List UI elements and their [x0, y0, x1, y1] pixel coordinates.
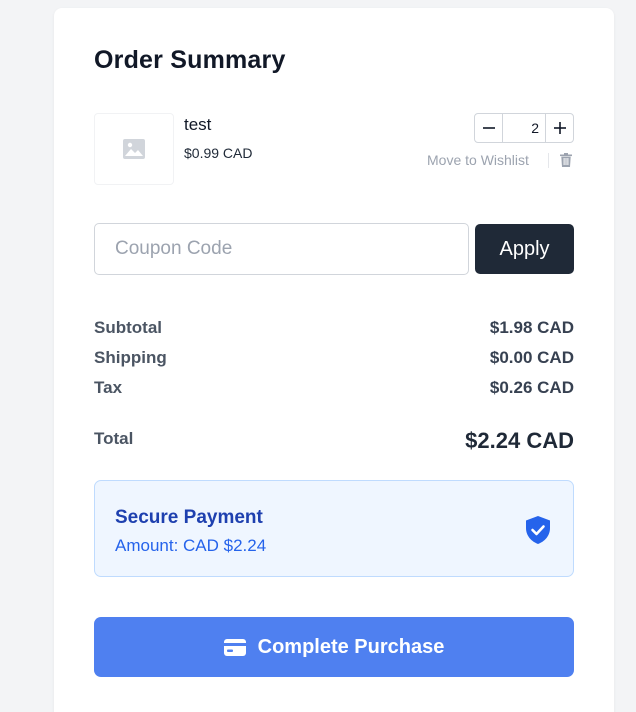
total-label: Total [94, 429, 134, 448]
minus-icon [482, 127, 495, 129]
page-title: Order Summary [94, 46, 286, 74]
order-summary-card: Order Summary test $0.99 CAD 2 Move to W… [54, 8, 614, 712]
product-name[interactable]: test [184, 115, 211, 135]
total-value: $2.24 CAD [465, 428, 574, 453]
coupon-code-input[interactable] [94, 223, 469, 275]
subtotal-value: $1.98 CAD [489, 318, 574, 337]
plus-icon [553, 122, 566, 134]
trash-icon[interactable] [560, 153, 572, 167]
image-placeholder-icon [123, 139, 145, 159]
apply-coupon-button[interactable]: Apply [475, 224, 574, 274]
shipping-value: $0.00 CAD [489, 348, 574, 367]
shield-check-icon [526, 516, 550, 544]
product-thumbnail [94, 113, 174, 185]
divider [548, 153, 549, 168]
secure-payment-title: Secure Payment [115, 507, 263, 528]
secure-payment-panel: Secure Payment Amount: CAD $2.24 [94, 480, 574, 577]
complete-purchase-button[interactable]: Complete Purchase [94, 617, 574, 677]
secure-payment-amount: Amount: CAD $2.24 [115, 536, 267, 555]
product-price: $0.99 CAD [184, 145, 253, 161]
increase-quantity-button[interactable] [545, 114, 573, 142]
decrease-quantity-button[interactable] [475, 114, 503, 142]
credit-card-icon [223, 638, 246, 656]
tax-value: $0.26 CAD [489, 378, 574, 397]
tax-label: Tax [94, 378, 123, 397]
complete-purchase-label: Complete Purchase [257, 635, 445, 658]
subtotal-label: Subtotal [94, 318, 162, 337]
quantity-input[interactable]: 2 [503, 114, 545, 142]
shipping-label: Shipping [94, 348, 167, 367]
move-to-wishlist-link[interactable]: Move to Wishlist [427, 152, 529, 168]
quantity-stepper: 2 [474, 113, 574, 143]
